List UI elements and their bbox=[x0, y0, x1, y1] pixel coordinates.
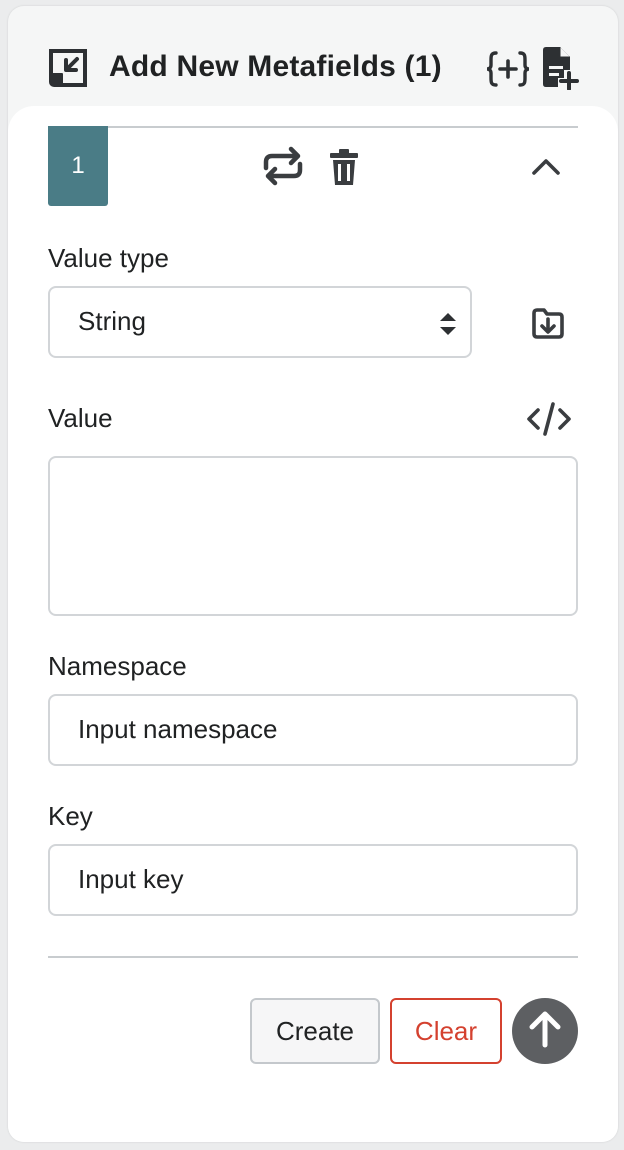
value-label: Value bbox=[48, 403, 113, 433]
value-type-selected: String bbox=[78, 306, 146, 336]
metafield-card: 1 Value type String Value Namespace Inpu… bbox=[8, 106, 618, 1142]
create-button[interactable]: Create bbox=[250, 998, 380, 1064]
key-placeholder: Input key bbox=[78, 864, 184, 894]
select-arrows-icon bbox=[438, 310, 458, 338]
namespace-label: Namespace bbox=[48, 651, 187, 681]
panel-title: Add New Metafields (1) bbox=[109, 50, 442, 83]
card-top-divider bbox=[48, 126, 578, 128]
code-icon[interactable] bbox=[526, 402, 572, 436]
add-file-icon[interactable] bbox=[540, 46, 580, 91]
scroll-top-button[interactable] bbox=[512, 998, 578, 1064]
collapse-panel-icon[interactable] bbox=[48, 48, 88, 88]
clear-button[interactable]: Clear bbox=[390, 998, 502, 1064]
metafields-panel: Add New Metafields (1) 1 Value type Stri… bbox=[8, 6, 618, 1142]
trash-icon[interactable] bbox=[326, 146, 362, 188]
namespace-placeholder: Input namespace bbox=[78, 714, 278, 744]
value-type-select[interactable]: String bbox=[48, 286, 472, 358]
panel-header: Add New Metafields (1) bbox=[8, 6, 618, 110]
json-braces-add-icon[interactable] bbox=[486, 50, 530, 88]
chevron-up-icon[interactable] bbox=[528, 152, 564, 182]
value-type-label: Value type bbox=[48, 243, 169, 273]
footer-divider bbox=[48, 956, 578, 958]
repeat-icon[interactable] bbox=[260, 146, 306, 186]
key-label: Key bbox=[48, 801, 93, 831]
import-icon[interactable] bbox=[528, 304, 568, 342]
namespace-input[interactable]: Input namespace bbox=[48, 694, 578, 766]
key-input[interactable]: Input key bbox=[48, 844, 578, 916]
value-textarea[interactable] bbox=[48, 456, 578, 616]
arrow-up-icon bbox=[525, 1009, 565, 1054]
metafield-number-badge[interactable]: 1 bbox=[48, 126, 108, 206]
